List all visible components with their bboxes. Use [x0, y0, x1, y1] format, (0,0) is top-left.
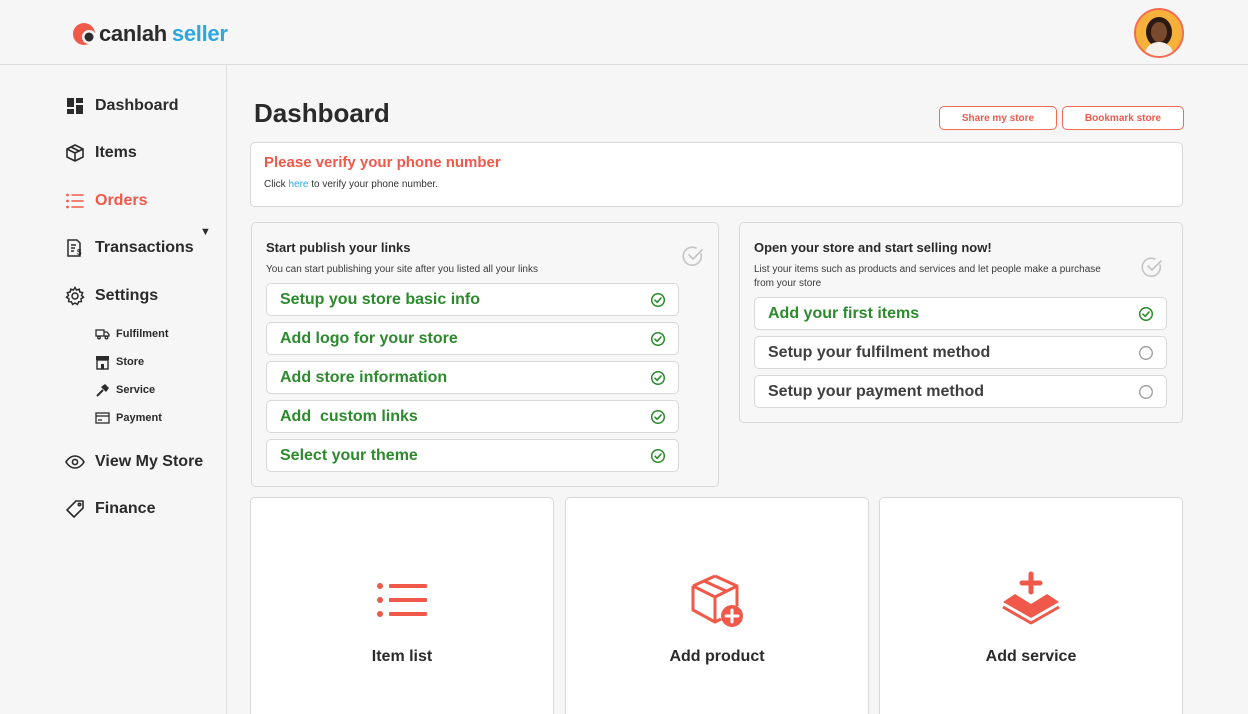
- item-list-tile[interactable]: Item list: [250, 497, 554, 714]
- task-label: Select your theme: [280, 446, 418, 464]
- item-list-label: Item list: [371, 648, 433, 665]
- check-circle-icon: [650, 448, 666, 464]
- selling-subtitle-line: from your store: [754, 278, 822, 289]
- box-icon: [64, 142, 86, 164]
- add-product-tile[interactable]: Add product: [565, 497, 869, 714]
- brand-suffix: seller: [171, 21, 228, 46]
- sidebar-subitem-payment[interactable]: Payment: [94, 410, 162, 426]
- avatar[interactable]: [1134, 8, 1184, 58]
- task-label: Add your first items: [768, 304, 920, 322]
- sidebar-subitem-store[interactable]: Store: [94, 354, 144, 370]
- task-label: Setup you store basic info: [280, 290, 481, 308]
- store-icon: [94, 354, 110, 370]
- sidebar-subitem-label: Payment: [116, 412, 162, 424]
- sidebar-item-label: Items: [95, 144, 137, 161]
- check-circle-icon: [650, 331, 666, 347]
- task-label: Setup your fulfilment method: [768, 343, 991, 361]
- check-circle-icon: [650, 292, 666, 308]
- start-selling-card: Open your store and start selling now! L…: [739, 222, 1183, 423]
- check-circle-icon: [650, 370, 666, 386]
- add-service-label: Add service: [985, 648, 1077, 665]
- task-setup-fulfilment[interactable]: Setup your fulfilment method: [754, 336, 1167, 369]
- sidebar-item-orders[interactable]: Orders: [64, 190, 147, 212]
- logo-mark-icon: [72, 19, 102, 49]
- eye-icon: [64, 451, 86, 473]
- sidebar-item-label: View My Store: [95, 453, 204, 470]
- sidebar-item-dashboard[interactable]: Dashboard: [64, 95, 179, 117]
- page-title: Dashboard: [254, 98, 390, 128]
- sidebar-item-label: Transactions: [95, 239, 194, 256]
- layers-plus-icon: [1002, 571, 1060, 625]
- sidebar-item-finance[interactable]: Finance: [64, 498, 155, 520]
- publish-card-subtitle: You can start publishing your site after…: [266, 264, 538, 275]
- task-setup-payment[interactable]: Setup your payment method: [754, 375, 1167, 408]
- task-label: Add logo for your store: [280, 329, 458, 347]
- publish-status-check-icon: [682, 246, 703, 266]
- sidebar-item-label: Dashboard: [95, 97, 179, 114]
- verify-phone-title: Please verify your phone number: [264, 154, 501, 171]
- task-add-store-information[interactable]: Add store information: [266, 361, 679, 394]
- chevron-down-icon[interactable]: ▼: [200, 226, 211, 238]
- brand-name: canlah: [99, 21, 167, 46]
- verify-text-post: to verify your phone number.: [308, 179, 438, 190]
- sidebar-item-settings[interactable]: Settings: [64, 285, 158, 307]
- receipt-icon: $: [64, 237, 86, 259]
- sidebar-item-view-my-store[interactable]: View My Store: [64, 451, 203, 473]
- verify-text-pre: Click: [264, 179, 289, 190]
- add-service-tile[interactable]: Add service: [879, 497, 1183, 714]
- box-plus-icon: [691, 574, 743, 627]
- empty-circle-icon: [1139, 385, 1153, 399]
- gear-icon: [64, 285, 86, 307]
- verify-phone-text: Click here to verify your phone number.: [264, 179, 438, 190]
- sidebar-subitem-fulfilment[interactable]: Fulfilment: [94, 326, 169, 342]
- publish-card-title: Start publish your links: [266, 240, 411, 255]
- sidebar-subitem-label: Fulfilment: [116, 328, 169, 340]
- empty-circle-icon: [1139, 346, 1153, 360]
- check-circle-icon: [1138, 306, 1154, 322]
- selling-card-subtitle: List your items such as products and ser…: [754, 263, 1101, 291]
- verify-here-link[interactable]: here: [288, 179, 308, 190]
- truck-icon: [94, 326, 110, 342]
- selling-card-title: Open your store and start selling now!: [754, 240, 992, 255]
- list-icon: [64, 190, 86, 212]
- svg-text:$: $: [77, 248, 82, 257]
- task-select-theme[interactable]: Select your theme: [266, 439, 679, 472]
- check-circle-icon: [650, 409, 666, 425]
- sidebar-subitem-label: Store: [116, 356, 145, 368]
- task-add-first-items[interactable]: Add your first items: [754, 297, 1167, 330]
- publish-links-card: Start publish your links You can start p…: [251, 222, 719, 487]
- top-bar: canlah seller: [0, 0, 1248, 65]
- tag-icon: [64, 498, 86, 520]
- add-product-label: Add product: [669, 648, 765, 665]
- share-store-button[interactable]: Share my store: [939, 106, 1057, 130]
- task-label: Setup your payment method: [768, 382, 985, 400]
- sidebar-item-label: Settings: [95, 287, 159, 304]
- sidebar-item-label: Finance: [95, 500, 156, 517]
- sidebar-subitem-service[interactable]: Service: [94, 382, 155, 398]
- task-add-logo[interactable]: Add logo for your store: [266, 322, 679, 355]
- sidebar-item-label: Orders: [95, 192, 148, 209]
- grid-icon: [64, 95, 86, 117]
- bookmark-store-button[interactable]: Bookmark store: [1062, 106, 1184, 130]
- sidebar-item-items[interactable]: Items: [64, 142, 137, 164]
- task-setup-basic-info[interactable]: Setup you store basic info: [266, 283, 679, 316]
- selling-status-check-icon: [1141, 257, 1162, 277]
- task-add-custom-links[interactable]: Add custom links: [266, 400, 679, 433]
- task-label: Add store information: [280, 368, 448, 386]
- list-icon: [377, 583, 427, 617]
- sidebar-subitem-label: Service: [116, 384, 156, 396]
- brand-logo[interactable]: canlah seller: [72, 18, 228, 50]
- task-label: Add custom links: [280, 407, 418, 425]
- hammer-icon: [94, 382, 110, 398]
- card-icon: [94, 410, 110, 426]
- sidebar-item-transactions[interactable]: $ Transactions: [64, 237, 194, 259]
- selling-subtitle-line: List your items such as products and ser…: [754, 264, 1101, 275]
- verify-phone-alert: Please verify your phone number Click he…: [250, 142, 1183, 207]
